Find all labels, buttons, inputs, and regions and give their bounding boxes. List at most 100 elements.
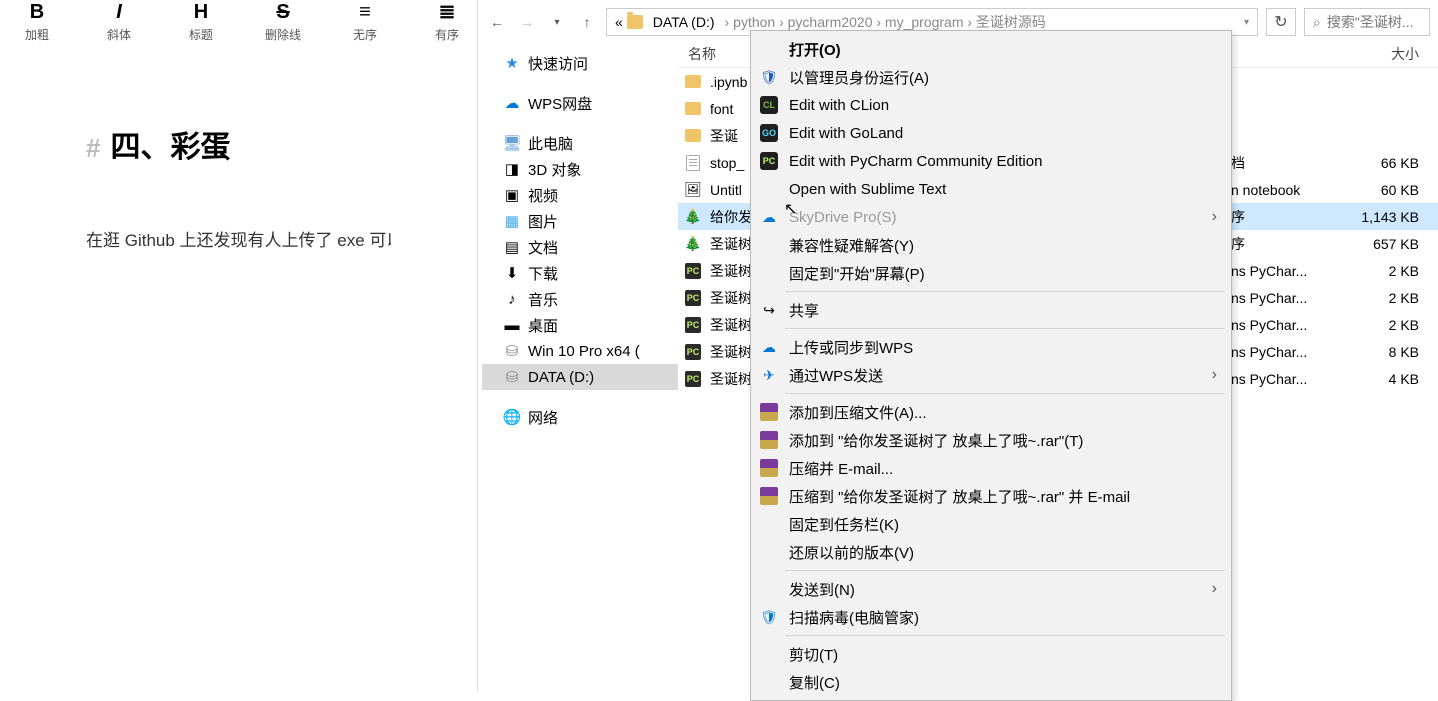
doc-icon: ▤ <box>504 239 520 255</box>
ctx-label: 发送到(N) <box>789 579 855 600</box>
ctx-item[interactable]: 固定到任务栏(K) <box>751 510 1231 538</box>
ctx-item[interactable]: 剪切(T) <box>751 640 1231 668</box>
ctx-item[interactable]: GO Edit with GoLand <box>751 119 1231 147</box>
video-icon: ▣ <box>504 187 520 203</box>
bold-button-label: 加粗 <box>25 26 49 43</box>
nav-history-button[interactable]: ▾ <box>546 11 568 33</box>
ctx-item[interactable]: 添加到 "给你发圣诞树了 放桌上了哦~.rar"(T) <box>751 426 1231 454</box>
submenu-arrow-icon: › <box>1212 366 1217 384</box>
ol-button-glyph: ≣ <box>439 0 456 24</box>
ctx-item[interactable]: 发送到(N) › <box>751 575 1231 603</box>
search-input[interactable]: ⌕ 搜索"圣诞树... <box>1304 8 1430 36</box>
tree-label: 文档 <box>528 237 558 258</box>
tree-network[interactable]: 🌐 网络 <box>482 404 678 430</box>
file-type: ns PyChar... <box>1231 371 1341 387</box>
strike-button[interactable]: S 删除线 <box>260 0 306 43</box>
tree-pictures[interactable]: ▦ 图片 <box>482 208 678 234</box>
file-icon <box>684 73 702 91</box>
ctx-label: 压缩并 E-mail... <box>789 458 893 479</box>
tree-3d-objects[interactable]: ◨ 3D 对象 <box>482 156 678 182</box>
ctx-item[interactable]: 🛡 以管理员身份运行(A) <box>751 63 1231 91</box>
ctx-label: Edit with GoLand <box>789 125 903 142</box>
ctx-item[interactable]: CL Edit with CLion <box>751 91 1231 119</box>
tree-videos[interactable]: ▣ 视频 <box>482 182 678 208</box>
file-size: 1,143 KB <box>1341 209 1431 225</box>
file-icon: 🖼 <box>684 181 702 199</box>
tree-desktop[interactable]: ▬ 桌面 <box>482 312 678 338</box>
cloud2-icon: ☁ <box>759 337 779 357</box>
heading-button-label: 标题 <box>189 26 213 43</box>
ctx-item[interactable]: Open with Sublime Text <box>751 175 1231 203</box>
ctx-item[interactable]: ✈ 通过WPS发送 › <box>751 361 1231 389</box>
rar-icon <box>759 458 779 478</box>
file-icon: PC <box>684 370 702 388</box>
tree-wps-cloud[interactable]: ☁ WPS网盘 <box>482 90 678 116</box>
heading-line[interactable]: # 四、彩蛋 <box>86 122 391 166</box>
shield-icon: 🛡 <box>759 67 779 87</box>
folder-tree[interactable]: ★ 快速访问☁ WPS网盘🖥 此电脑◨ 3D 对象▣ 视频▦ 图片▤ 文档⬇ 下… <box>478 40 678 692</box>
ctx-item[interactable]: PC Edit with PyCharm Community Edition <box>751 147 1231 175</box>
ctx-item[interactable]: 🛡 扫描病毒(电脑管家) <box>751 603 1231 631</box>
ctx-label: 固定到任务栏(K) <box>789 514 899 535</box>
file-size: 8 KB <box>1341 344 1431 360</box>
ctx-item[interactable]: 固定到"开始"屏幕(P) <box>751 259 1231 287</box>
nav-forward-button[interactable]: → <box>516 11 538 33</box>
tree-label: 音乐 <box>528 289 558 310</box>
file-size: 2 KB <box>1341 263 1431 279</box>
tree-this-pc[interactable]: 🖥 此电脑 <box>482 130 678 156</box>
share-icon: ↪ <box>759 300 779 320</box>
editor-content[interactable]: # 四、彩蛋 在逛 Github 上还发现有人上传了 exe 可以 <box>0 52 477 251</box>
ctx-item[interactable]: ↪ 共享 <box>751 296 1231 324</box>
ctx-item[interactable]: 还原以前的版本(V) <box>751 538 1231 566</box>
italic-button-label: 斜体 <box>107 26 131 43</box>
context-menu[interactable]: 打开(O) 🛡 以管理员身份运行(A) CL Edit with CLion G… <box>750 30 1232 701</box>
drive-icon: ⛁ <box>504 369 520 385</box>
tree-music[interactable]: ♪ 音乐 <box>482 286 678 312</box>
cloud-icon: ☁ <box>504 95 520 111</box>
file-type: n notebook <box>1231 182 1341 198</box>
tree-label: 此电脑 <box>528 133 573 154</box>
tree-downloads[interactable]: ⬇ 下载 <box>482 260 678 286</box>
tree-quick-access[interactable]: ★ 快速访问 <box>482 50 678 76</box>
addressbar-dropdown-icon[interactable]: ▾ <box>1244 17 1249 28</box>
file-type: 档 <box>1231 153 1341 173</box>
tree-drive-d[interactable]: ⛁ DATA (D:) <box>482 364 678 390</box>
ctx-label: 上传或同步到WPS <box>789 337 913 358</box>
ctx-item[interactable]: 打开(O) <box>751 35 1231 63</box>
tree-documents[interactable]: ▤ 文档 <box>482 234 678 260</box>
ctx-label: 还原以前的版本(V) <box>789 542 914 563</box>
ul-button-label: 无序 <box>353 26 377 43</box>
cube-icon: ◨ <box>504 161 520 177</box>
ctx-item[interactable]: 兼容性疑难解答(Y) <box>751 231 1231 259</box>
refresh-button[interactable]: ↻ <box>1266 8 1296 36</box>
markdown-editor-pane: B 加粗 I 斜体 H 标题 S 删除线 ≡ 无序 ≣ 有序 # 四、彩蛋 在逛 Gith… <box>0 0 478 692</box>
italic-button[interactable]: I 斜体 <box>96 0 142 43</box>
file-icon <box>684 154 702 172</box>
ctx-label: 扫描病毒(电脑管家) <box>789 607 919 628</box>
ul-button[interactable]: ≡ 无序 <box>342 0 388 43</box>
paragraph-text[interactable]: 在逛 Github 上还发现有人上传了 exe 可以 <box>86 226 391 251</box>
ol-button-label: 有序 <box>435 26 459 43</box>
ctx-label: SkyDrive Pro(S) <box>789 209 897 226</box>
go-icon: GO <box>759 123 779 143</box>
ctx-item[interactable]: 添加到压缩文件(A)... <box>751 398 1231 426</box>
ctx-label: 兼容性疑难解答(Y) <box>789 235 914 256</box>
file-type: ns PyChar... <box>1231 344 1341 360</box>
tree-label: 下载 <box>528 263 558 284</box>
heading-button[interactable]: H 标题 <box>178 0 224 43</box>
ctx-item[interactable]: ☁ 上传或同步到WPS <box>751 333 1231 361</box>
ctx-item[interactable]: 压缩并 E-mail... <box>751 454 1231 482</box>
file-icon <box>684 127 702 145</box>
nav-back-button[interactable]: ← <box>486 11 508 33</box>
ctx-label: Open with Sublime Text <box>789 181 946 198</box>
ol-button[interactable]: ≣ 有序 <box>424 0 470 43</box>
header-size[interactable]: 大小 <box>1341 44 1431 64</box>
desk-icon: ▬ <box>504 317 520 333</box>
breadcrumb-drive[interactable]: DATA (D:) <box>647 14 721 30</box>
bold-button[interactable]: B 加粗 <box>14 0 60 43</box>
ctx-item[interactable]: 压缩到 "给你发圣诞树了 放桌上了哦~.rar" 并 E-mail <box>751 482 1231 510</box>
tree-drive-c[interactable]: ⛁ Win 10 Pro x64 ( <box>482 338 678 364</box>
ctx-label: 压缩到 "给你发圣诞树了 放桌上了哦~.rar" 并 E-mail <box>789 486 1130 507</box>
file-type: ns PyChar... <box>1231 317 1341 333</box>
nav-up-button[interactable]: ↑ <box>576 11 598 33</box>
